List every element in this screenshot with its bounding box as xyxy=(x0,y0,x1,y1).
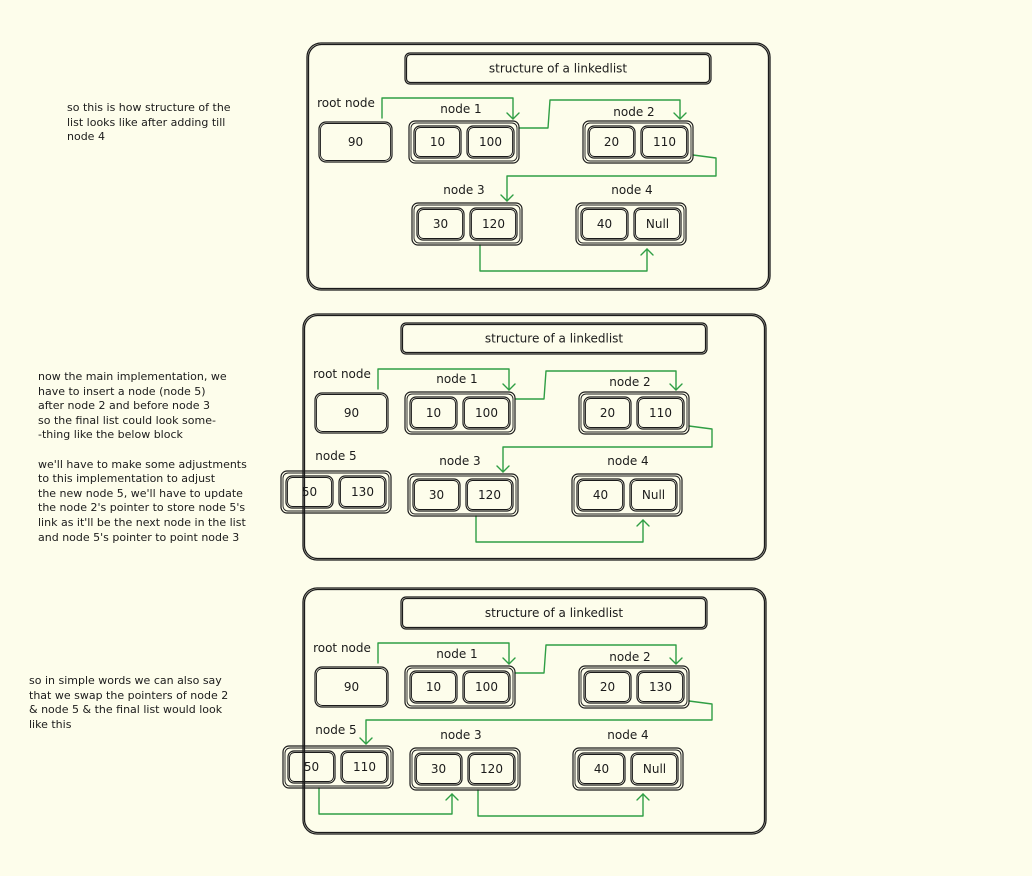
node-pointer-value: Null xyxy=(642,488,665,502)
node-data-value: 30 xyxy=(429,488,444,502)
panel-frame xyxy=(306,42,771,291)
list-node-node-4: 40 Null xyxy=(575,202,687,246)
node-label-node-4: node 4 xyxy=(607,454,648,468)
list-node-node-2: 20 110 xyxy=(578,391,690,435)
panel-title: structure of a linkedlist xyxy=(489,62,628,76)
pointer-arrow xyxy=(475,515,650,543)
panel-title: structure of a linkedlist xyxy=(485,606,624,620)
pointer-arrow xyxy=(514,370,683,400)
list-node-node-2: 20 130 xyxy=(578,665,690,709)
node-label-node-2: node 2 xyxy=(609,650,650,664)
node-data-value: 30 xyxy=(433,217,448,231)
node-data-value: 40 xyxy=(593,488,608,502)
linkedlist-panel-1: structure of a linkedlistroot node90 10 10… xyxy=(306,42,771,291)
root-node-value: 90 xyxy=(344,680,359,694)
node-pointer-value: 110 xyxy=(649,406,672,420)
node-label-node-1: node 1 xyxy=(436,647,477,661)
list-node-node-4: 40 Null xyxy=(571,473,683,517)
pointer-arrow xyxy=(500,154,717,202)
root-node-label: root node xyxy=(317,96,375,110)
node-label-node-3: node 3 xyxy=(443,183,484,197)
node-label-node-5: node 5 xyxy=(315,723,356,737)
node-data-value: 40 xyxy=(594,762,609,776)
diagram-canvas: structure of a linkedlistroot node90 10 10… xyxy=(280,42,771,835)
panel-frame xyxy=(302,313,767,561)
list-node-node-5: 50 110 xyxy=(282,745,394,789)
list-node-node-3: 30 120 xyxy=(409,747,521,791)
list-node-node-2: 20 110 xyxy=(582,120,694,164)
list-node-node-5: 50 130 xyxy=(280,470,392,514)
node-data-value: 10 xyxy=(426,680,441,694)
pointer-arrow xyxy=(496,425,713,473)
node-pointer-value: Null xyxy=(646,217,669,231)
panel-title: structure of a linkedlist xyxy=(485,332,624,346)
node-label-node-1: node 1 xyxy=(436,372,477,386)
node-data-value: 20 xyxy=(600,406,615,420)
root-node-label: root node xyxy=(313,367,371,381)
node-label-node-2: node 2 xyxy=(613,105,654,119)
node-pointer-value: 100 xyxy=(479,135,502,149)
node-pointer-value: 120 xyxy=(482,217,505,231)
linkedlist-panel-3: structure of a linkedlistroot node90 10 10… xyxy=(282,587,767,835)
node-data-value: 50 xyxy=(304,760,319,774)
root-node: 90 xyxy=(318,121,393,163)
node-pointer-value: 120 xyxy=(478,488,501,502)
panel-frame-inner xyxy=(307,43,770,290)
root-node-value: 90 xyxy=(344,406,359,420)
pointer-arrow xyxy=(518,99,687,129)
linkedlist-panel-2: structure of a linkedlistroot node90 10 10… xyxy=(280,313,767,561)
pointer-arrow xyxy=(318,787,459,815)
list-node-node-3: 30 120 xyxy=(411,202,523,246)
node-data-value: 10 xyxy=(426,406,441,420)
list-node-node-1: 10 100 xyxy=(404,391,516,435)
node-data-value: 40 xyxy=(597,217,612,231)
root-node: 90 xyxy=(314,392,389,434)
root-node-label: root node xyxy=(313,641,371,655)
panel-frame-inner xyxy=(303,588,766,834)
node-label-node-2: node 2 xyxy=(609,375,650,389)
node-pointer-value: 130 xyxy=(351,485,374,499)
node-pointer-value: 110 xyxy=(653,135,676,149)
node-pointer-value: 130 xyxy=(649,680,672,694)
list-node-node-1: 10 100 xyxy=(408,120,520,164)
panel-frame xyxy=(302,587,767,835)
node-label-node-4: node 4 xyxy=(611,183,652,197)
root-node-value: 90 xyxy=(348,135,363,149)
node-pointer-value: Null xyxy=(643,762,666,776)
list-node-node-3: 30 120 xyxy=(407,473,519,517)
node-data-value: 20 xyxy=(600,680,615,694)
node-label-node-3: node 3 xyxy=(440,728,481,742)
node-label-node-5: node 5 xyxy=(315,449,356,463)
node-pointer-value: 120 xyxy=(480,762,503,776)
list-node-node-1: 10 100 xyxy=(404,665,516,709)
node-label-node-4: node 4 xyxy=(607,728,648,742)
node-pointer-value: 110 xyxy=(353,760,376,774)
node-label-node-1: node 1 xyxy=(440,102,481,116)
list-node-node-4: 40 Null xyxy=(572,747,684,791)
node-data-value: 30 xyxy=(431,762,446,776)
node-label-node-3: node 3 xyxy=(439,454,480,468)
node-data-value: 50 xyxy=(302,485,317,499)
root-node: 90 xyxy=(314,666,389,708)
pointer-arrow xyxy=(514,644,683,674)
node-data-value: 20 xyxy=(604,135,619,149)
node-pointer-value: 100 xyxy=(475,406,498,420)
node-data-value: 10 xyxy=(430,135,445,149)
node-pointer-value: 100 xyxy=(475,680,498,694)
pointer-arrow xyxy=(479,244,654,272)
pointer-arrow xyxy=(477,789,650,817)
